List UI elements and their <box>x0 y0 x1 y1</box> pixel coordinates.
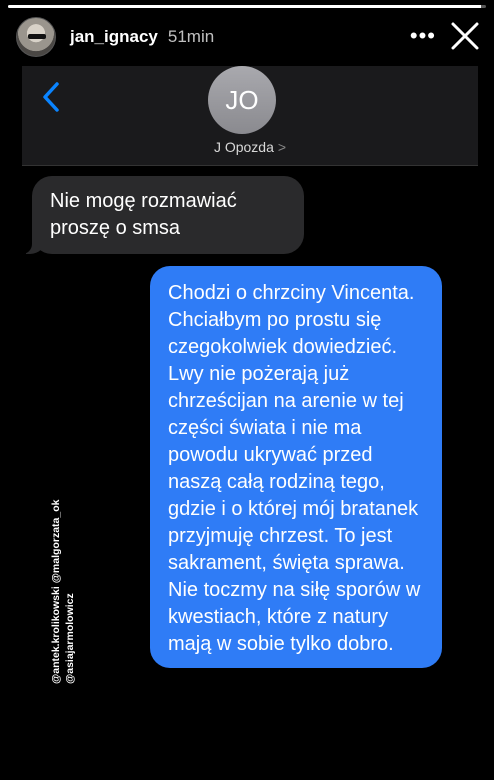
outgoing-message-bubble: Chodzi o chrzciny Vincenta. Chciałbym po… <box>150 266 442 668</box>
contact-initials: JO <box>225 84 259 115</box>
outgoing-message-text: Chodzi o chrzciny Vincenta. Chciałbym po… <box>168 282 421 655</box>
incoming-message-text: Nie mogę rozmawiać proszę o smsa <box>50 190 237 239</box>
more-options-button[interactable]: ••• <box>410 24 436 48</box>
story-progress-fill <box>8 5 482 8</box>
story-header: jan_ignacy 51min ••• <box>0 12 494 62</box>
username[interactable]: jan_ignacy <box>70 27 158 47</box>
back-chevron-icon[interactable] <box>40 80 64 114</box>
contact-name-label: J Opozda <box>213 139 274 155</box>
incoming-message-bubble: Nie mogę rozmawiać proszę o smsa <box>22 176 304 254</box>
mention-tags: @antek.krolikowski @malgorzata_ok @asiaj… <box>50 494 102 694</box>
mention-tag-line-1[interactable]: @antek.krolikowski @malgorzata_ok <box>50 500 62 684</box>
close-icon[interactable] <box>448 19 482 53</box>
post-time: 51min <box>167 27 215 46</box>
avatar[interactable] <box>16 17 56 57</box>
story-progress-bar <box>8 5 486 8</box>
conversation-header: JO J Opozda > <box>22 66 478 166</box>
contact-name[interactable]: J Opozda > <box>22 139 478 155</box>
mention-tag-line-2[interactable]: @asiajarmolowicz <box>64 593 76 684</box>
chevron-right-icon: > <box>277 139 287 155</box>
contact-avatar[interactable]: JO <box>208 66 276 134</box>
